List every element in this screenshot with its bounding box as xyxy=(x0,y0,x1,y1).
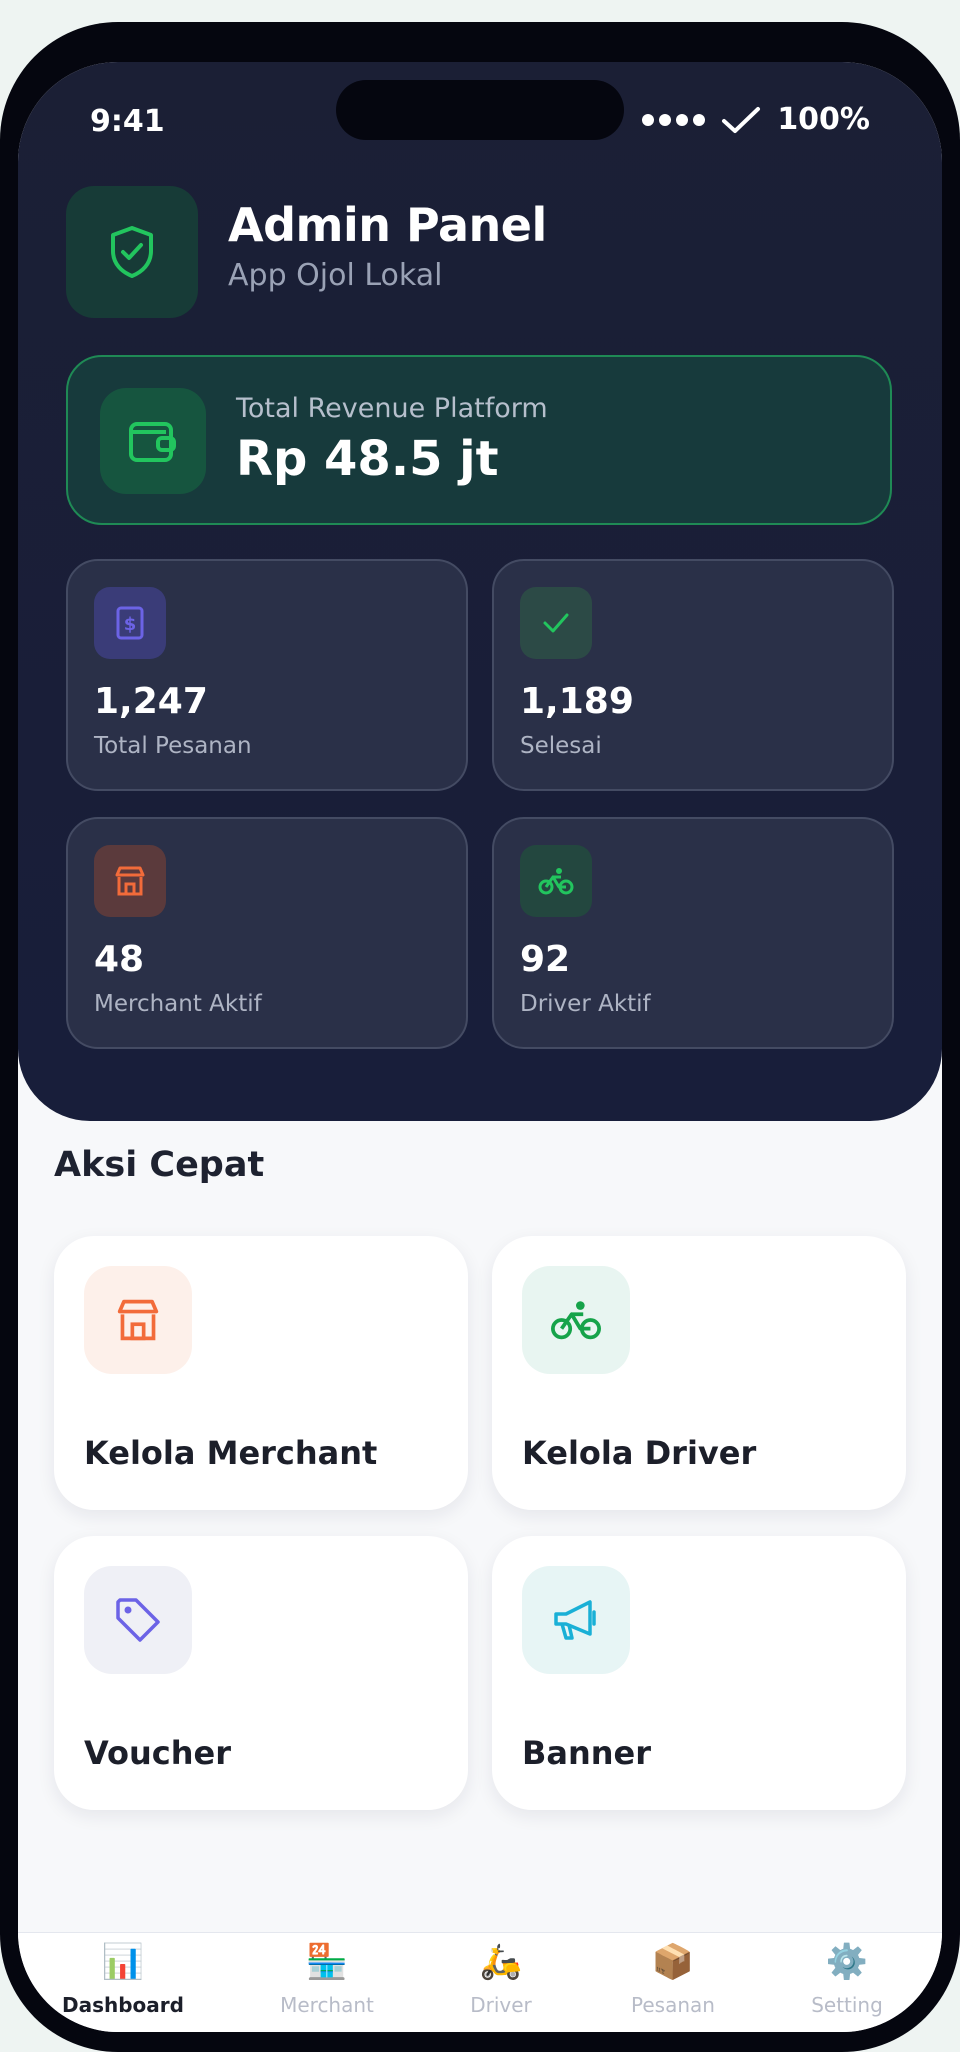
tab-label: Dashboard xyxy=(62,1993,184,2017)
quick-action-voucher[interactable]: Voucher xyxy=(54,1536,468,1810)
tab-label: Pesanan xyxy=(631,1993,715,2017)
bike-icon xyxy=(522,1266,630,1374)
stat-value: 1,247 xyxy=(94,681,208,722)
stat-card-driver-aktif[interactable]: 92 Driver Aktif xyxy=(492,817,894,1049)
stat-value: 1,189 xyxy=(520,681,634,722)
status-indicators: 100% xyxy=(642,102,870,137)
dynamic-island xyxy=(336,80,624,140)
quick-action-label: Voucher xyxy=(84,1734,232,1772)
stat-label: Merchant Aktif xyxy=(94,991,262,1017)
stat-label: Total Pesanan xyxy=(94,733,252,759)
tab-setting[interactable]: ⚙️ Setting xyxy=(762,1941,932,2017)
store-icon: 🏪 xyxy=(305,1942,349,1982)
tab-label: Merchant xyxy=(280,1993,374,2017)
bike-icon xyxy=(520,845,592,917)
revenue-label: Total Revenue Platform xyxy=(236,393,548,424)
quick-action-kelola-merchant[interactable]: Kelola Merchant xyxy=(54,1236,468,1510)
stat-value: 48 xyxy=(94,939,145,980)
receipt-dollar-icon: $ xyxy=(94,587,166,659)
tag-icon xyxy=(84,1566,192,1674)
phone-frame: 9:41 100% Admin Panel App Ojol Lokal Tot… xyxy=(0,22,960,2052)
package-icon: 📦 xyxy=(651,1942,695,1982)
quick-action-kelola-driver[interactable]: Kelola Driver xyxy=(492,1236,906,1510)
quick-action-label: Kelola Merchant xyxy=(84,1434,378,1472)
store-icon xyxy=(84,1266,192,1374)
svg-text:$: $ xyxy=(124,614,137,635)
tab-label: Driver xyxy=(470,1993,532,2017)
stat-label: Selesai xyxy=(520,733,602,759)
page-subtitle: App Ojol Lokal xyxy=(228,258,443,293)
stat-label: Driver Aktif xyxy=(520,991,651,1017)
check-icon xyxy=(520,587,592,659)
tab-driver[interactable]: 🛵 Driver xyxy=(416,1941,586,2017)
dashboard-header: 9:41 100% Admin Panel App Ojol Lokal Tot… xyxy=(18,62,942,1121)
tab-label: Setting xyxy=(811,1993,883,2017)
wallet-icon xyxy=(100,388,206,494)
stat-card-total-pesanan[interactable]: $ 1,247 Total Pesanan xyxy=(66,559,468,791)
stat-card-selesai[interactable]: 1,189 Selesai xyxy=(492,559,894,791)
gear-icon: ⚙️ xyxy=(825,1942,869,1982)
revenue-card: Total Revenue Platform Rp 48.5 jt xyxy=(66,355,892,525)
stat-card-merchant-aktif[interactable]: 48 Merchant Aktif xyxy=(66,817,468,1049)
scooter-icon: 🛵 xyxy=(479,1942,523,1982)
status-time: 9:41 xyxy=(90,104,165,139)
section-title: Aksi Cepat xyxy=(54,1145,265,1185)
screen: 9:41 100% Admin Panel App Ojol Lokal Tot… xyxy=(18,62,942,2032)
chart-icon: 📊 xyxy=(101,1942,145,1982)
quick-action-label: Kelola Driver xyxy=(522,1434,757,1472)
battery-level: 100% xyxy=(777,102,870,137)
bottom-tab-bar: 📊 Dashboard 🏪 Merchant 🛵 Driver 📦 Pesana… xyxy=(18,1932,942,2032)
tab-merchant[interactable]: 🏪 Merchant xyxy=(242,1941,412,2017)
tab-dashboard[interactable]: 📊 Dashboard xyxy=(38,1941,208,2017)
quick-action-banner[interactable]: Banner xyxy=(492,1536,906,1810)
store-icon xyxy=(94,845,166,917)
shield-check-icon xyxy=(66,186,198,318)
page-title: Admin Panel xyxy=(228,198,547,252)
stat-value: 92 xyxy=(520,939,571,980)
signal-icon xyxy=(642,113,706,126)
megaphone-icon xyxy=(522,1566,630,1674)
tab-pesanan[interactable]: 📦 Pesanan xyxy=(588,1941,758,2017)
revenue-value: Rp 48.5 jt xyxy=(236,431,499,487)
check-status-icon xyxy=(722,106,761,133)
quick-action-label: Banner xyxy=(522,1734,652,1772)
